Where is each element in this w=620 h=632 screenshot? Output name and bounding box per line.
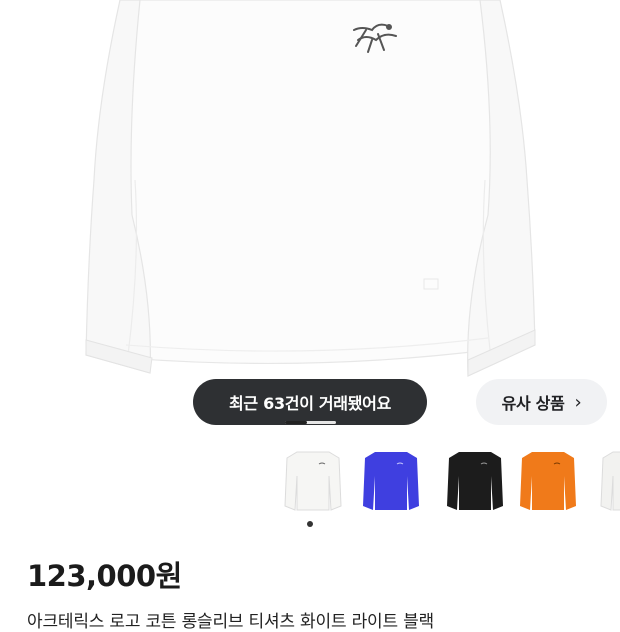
thumbnail-blue-shirt[interactable] [357, 440, 425, 520]
recent-trades-text: 최근 63건이 거래됐어요 [229, 394, 391, 413]
shirt-illustration [85, 0, 536, 377]
chevron-right-icon: › [574, 391, 582, 413]
thumbnail-white-shirt[interactable] [279, 440, 347, 520]
thumbnails-page-dot [307, 521, 313, 527]
thumbnail-black-shirt[interactable] [441, 440, 509, 520]
similar-products-thumbnails [275, 440, 620, 520]
image-carousel-indicator-active [285, 421, 307, 424]
thumbnail-white-shirt-2[interactable] [595, 440, 620, 520]
similar-products-label: 유사 상품 [501, 394, 565, 413]
image-carousel-indicator [285, 421, 336, 424]
similar-products-button[interactable]: 유사 상품 › [476, 379, 607, 425]
product-main-image[interactable] [0, 0, 620, 440]
recent-trades-badge[interactable]: 최근 63건이 거래됐어요 [193, 379, 427, 425]
product-price: 123,000원 [27, 559, 182, 593]
thumbnail-orange-shirt[interactable] [514, 440, 582, 520]
